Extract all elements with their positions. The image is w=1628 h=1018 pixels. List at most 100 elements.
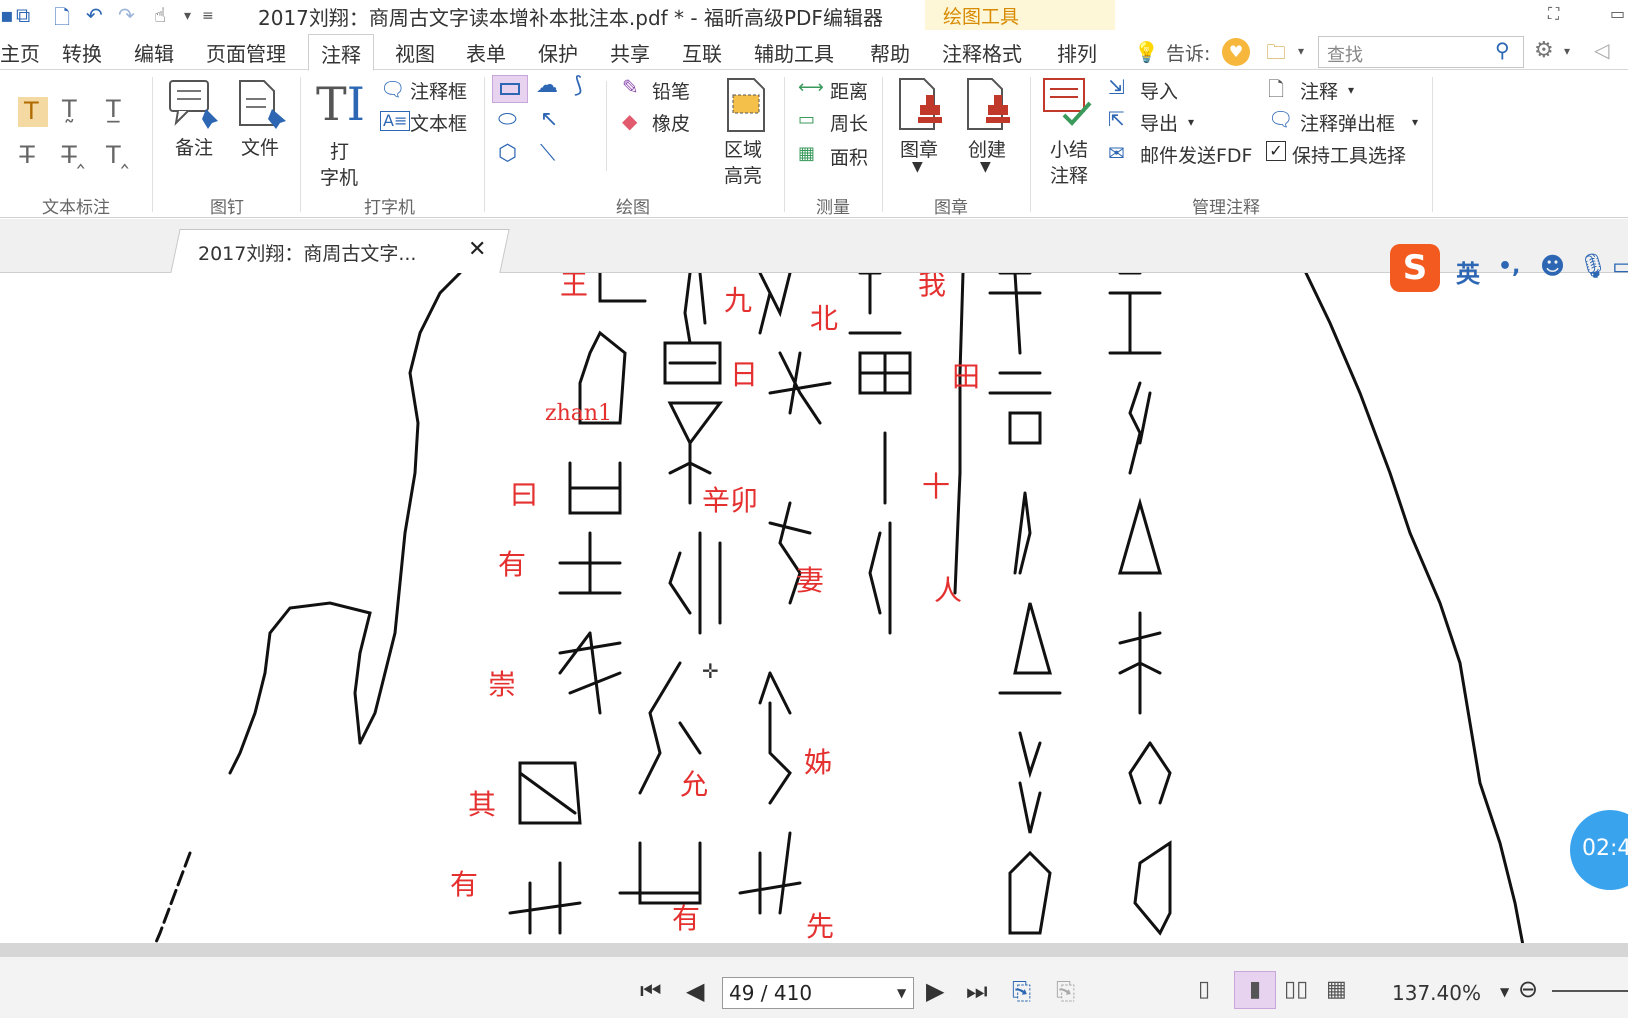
heart-icon[interactable]: ♥ bbox=[1222, 38, 1250, 66]
export-dropdown-icon[interactable]: ▾ bbox=[1188, 115, 1194, 129]
area-highlight-line1[interactable]: 区域 bbox=[724, 135, 762, 162]
email-fdf-button[interactable]: 邮件发送FDF bbox=[1140, 141, 1253, 168]
single-page-icon[interactable]: ▯ bbox=[1198, 977, 1210, 1002]
line-icon[interactable]: ⟍ bbox=[540, 141, 555, 166]
comment-doc-icon[interactable]: 🗋 bbox=[1268, 75, 1284, 109]
typewriter-label-line2[interactable]: 字机 bbox=[320, 163, 358, 190]
undo-icon[interactable]: ↶ bbox=[86, 3, 103, 27]
annotation-char[interactable]: 曰 bbox=[510, 473, 538, 513]
gear-icon[interactable]: ⚙ bbox=[1534, 38, 1554, 63]
next-view-icon[interactable]: ⎘ bbox=[1056, 977, 1075, 1005]
highlight-tool[interactable]: T bbox=[18, 97, 48, 127]
squiggly-icon[interactable]: T̰ bbox=[62, 95, 77, 123]
typewriter-label-line1[interactable]: 打 bbox=[330, 137, 349, 164]
polygon-icon[interactable]: ⬡ bbox=[498, 141, 517, 166]
annotation-char[interactable]: 允 bbox=[680, 763, 708, 803]
continuous-facing-icon[interactable]: ▦ bbox=[1326, 977, 1347, 1002]
strikeout-icon[interactable]: T̶ bbox=[20, 141, 35, 169]
eraser-button[interactable]: 橡皮 bbox=[652, 109, 690, 136]
annotation-char[interactable]: 王 bbox=[560, 273, 588, 303]
tab-form[interactable]: 表单 bbox=[466, 38, 506, 67]
annotation-char[interactable]: 崇 bbox=[488, 663, 516, 703]
tab-page-management[interactable]: 页面管理 bbox=[206, 38, 286, 67]
page-dropdown-icon[interactable]: ▼ bbox=[897, 986, 906, 1000]
annotation-char[interactable]: 先 bbox=[806, 905, 834, 945]
annotation-char[interactable]: 其 bbox=[468, 783, 496, 823]
fullscreen-icon[interactable]: ⛶ bbox=[1548, 4, 1559, 24]
keep-tool-checkbox[interactable]: ✓ bbox=[1266, 141, 1286, 161]
textbox-icon[interactable]: A≡ bbox=[380, 111, 411, 131]
tab-edit[interactable]: 编辑 bbox=[134, 38, 174, 67]
comment-dropdown-icon[interactable]: ▾ bbox=[1348, 83, 1354, 97]
annotation-text[interactable]: zhan1 bbox=[545, 401, 612, 426]
file-attachment-icon[interactable] bbox=[236, 79, 288, 131]
minimize-icon[interactable]: ▭ bbox=[1610, 4, 1625, 23]
first-page-icon[interactable]: ⏮ bbox=[640, 977, 662, 1005]
polyline-icon[interactable]: ⟆ bbox=[574, 73, 583, 98]
annotation-char[interactable]: 我 bbox=[918, 273, 946, 303]
annotation-char[interactable]: 姊 bbox=[804, 741, 832, 781]
comment-button[interactable]: 注释 bbox=[1300, 77, 1338, 104]
close-tab-icon[interactable]: ✕ bbox=[468, 237, 486, 262]
pencil-button[interactable]: 铅笔 bbox=[652, 77, 690, 104]
annotation-char[interactable]: 有 bbox=[498, 543, 526, 583]
textbox-button[interactable]: 文本框 bbox=[410, 109, 467, 136]
tab-help[interactable]: 帮助 bbox=[870, 38, 910, 67]
import-icon[interactable]: ⇲ bbox=[1108, 75, 1125, 99]
area-icon[interactable]: ▦ bbox=[798, 143, 815, 164]
tab-connect[interactable]: 互联 bbox=[682, 38, 722, 67]
tab-view[interactable]: 视图 bbox=[395, 38, 435, 67]
ime-punct-toggle[interactable]: •, bbox=[1498, 254, 1520, 279]
annotation-char[interactable]: 北 bbox=[810, 297, 838, 337]
context-tab-drawing-tools[interactable]: 绘图工具 bbox=[925, 0, 1115, 30]
callout-icon[interactable]: 🗨 bbox=[380, 77, 405, 101]
area-highlight-icon[interactable] bbox=[724, 77, 768, 133]
search-icon[interactable]: ⚲ bbox=[1495, 38, 1510, 62]
annotation-char[interactable]: 有 bbox=[672, 897, 700, 937]
callout-button[interactable]: 注释框 bbox=[410, 77, 467, 104]
zoom-out-icon[interactable]: ⊖ bbox=[1518, 975, 1538, 1003]
import-button[interactable]: 导入 bbox=[1140, 77, 1178, 104]
perimeter-button[interactable]: 周长 bbox=[830, 109, 868, 136]
collapse-ribbon-icon[interactable]: ◁ bbox=[1594, 38, 1609, 62]
area-button[interactable]: 面积 bbox=[830, 143, 868, 170]
ime-lang-toggle[interactable]: 英 bbox=[1456, 254, 1480, 289]
perimeter-icon[interactable]: ▭ bbox=[798, 109, 815, 130]
note-icon[interactable] bbox=[168, 79, 220, 131]
annotation-char[interactable]: 十 bbox=[922, 465, 950, 505]
page-number-input[interactable]: 49 / 410 ▼ bbox=[722, 977, 914, 1009]
pencil-icon[interactable]: ✎ bbox=[622, 75, 639, 99]
annotation-char[interactable]: 人 bbox=[934, 569, 962, 609]
note-button-label[interactable]: 备注 bbox=[175, 133, 213, 160]
annotation-char[interactable]: 辛卯 bbox=[702, 479, 758, 519]
last-page-icon[interactable]: ⏭ bbox=[966, 977, 988, 1005]
summarize-comments-icon[interactable] bbox=[1042, 77, 1092, 129]
typewriter-icon[interactable]: TI bbox=[316, 77, 365, 131]
arrow-icon[interactable]: ↖ bbox=[540, 107, 558, 132]
tab-share[interactable]: 共享 bbox=[610, 38, 650, 67]
folder-dropdown-icon[interactable]: ▾ bbox=[1298, 44, 1304, 58]
distance-icon[interactable]: ⟷ bbox=[798, 77, 824, 98]
popup-icon[interactable]: 🗨 bbox=[1268, 107, 1293, 131]
file-button-label[interactable]: 文件 bbox=[241, 133, 279, 160]
search-input[interactable]: 查找 ⚲ bbox=[1318, 36, 1524, 68]
document-tab-label[interactable]: 2017刘翔：商周古文字... bbox=[198, 239, 416, 266]
folder-search-icon[interactable]: 🗀 bbox=[1266, 38, 1286, 72]
popup-button[interactable]: 注释弹出框 bbox=[1300, 109, 1395, 136]
ellipse-icon[interactable]: ⬭ bbox=[498, 107, 517, 132]
summarize-line1[interactable]: 小结 bbox=[1050, 135, 1088, 162]
cloud-icon[interactable]: ☁ bbox=[536, 73, 558, 98]
create-stamp-icon[interactable] bbox=[964, 77, 1014, 133]
redo-icon[interactable]: ↷ bbox=[118, 3, 135, 27]
previous-page-icon[interactable]: ◀ bbox=[686, 977, 704, 1005]
summarize-line2[interactable]: 注释 bbox=[1050, 161, 1088, 188]
next-page-icon[interactable]: ▶ bbox=[926, 977, 944, 1005]
export-icon[interactable]: ⇱ bbox=[1108, 107, 1125, 131]
annotation-char[interactable]: 有 bbox=[450, 863, 478, 903]
gear-dropdown-icon[interactable]: ▾ bbox=[1564, 44, 1570, 58]
horizontal-scrollbar[interactable] bbox=[0, 943, 1628, 956]
tab-comment-format[interactable]: 注释格式 bbox=[942, 38, 1022, 67]
rectangle-tool[interactable] bbox=[492, 75, 528, 103]
hand-tool-icon[interactable]: ☝ bbox=[154, 3, 166, 27]
new-doc-icon[interactable]: 🗋 bbox=[54, 3, 70, 37]
